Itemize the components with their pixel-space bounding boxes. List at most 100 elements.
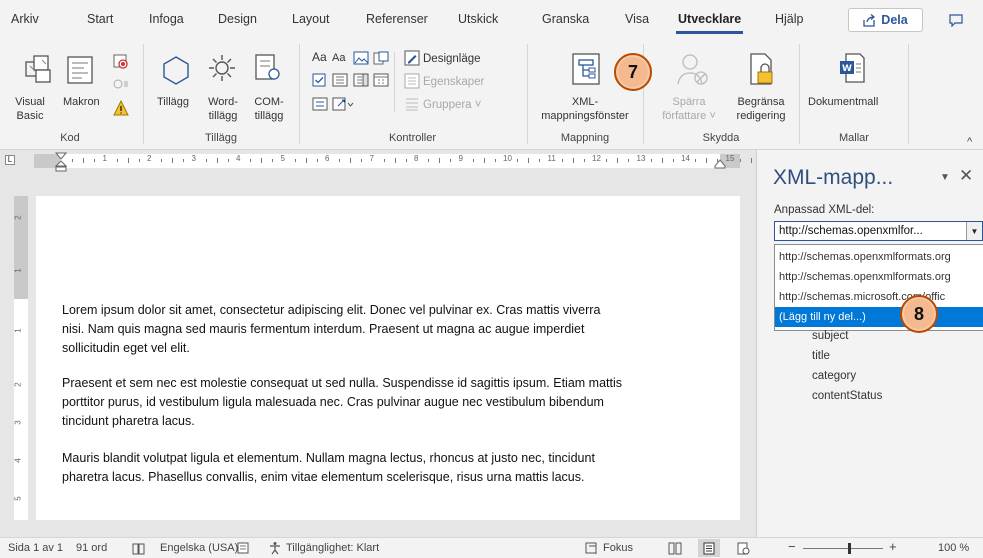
- checkbox-control-icon[interactable]: [312, 73, 326, 87]
- print-layout-icon[interactable]: [703, 542, 715, 555]
- comments-button[interactable]: [940, 8, 972, 32]
- paragraph-3[interactable]: Mauris blandit volutpat ligula et elemen…: [62, 449, 722, 487]
- pane-close-icon[interactable]: ✕: [959, 166, 973, 186]
- dropdown-control-icon[interactable]: [353, 73, 369, 87]
- zoom-level[interactable]: 100 %: [938, 542, 969, 554]
- ruler-tick: [127, 158, 129, 163]
- right-indent-marker-icon[interactable]: [714, 159, 726, 169]
- tab-granska[interactable]: Granska: [542, 12, 589, 26]
- pane-options-chevron-icon[interactable]: ▼: [940, 172, 950, 183]
- xml-node[interactable]: subject: [812, 330, 848, 342]
- macro-security-icon[interactable]: [113, 100, 129, 116]
- add-ins-icon: [163, 56, 189, 85]
- tab-referenser[interactable]: Referenser: [366, 12, 428, 26]
- zoom-in-button[interactable]: +: [889, 539, 897, 554]
- dropdown-option[interactable]: http://schemas.openxmlformats.org: [775, 267, 983, 287]
- xml-mapping-icon: [572, 53, 600, 85]
- building-block-icon[interactable]: [373, 51, 389, 65]
- zoom-slider-thumb[interactable]: [848, 543, 851, 554]
- combo-value: http://schemas.openxmlfor...: [779, 225, 923, 237]
- word-addins-gear-icon: [209, 55, 235, 81]
- macro-record-status-icon[interactable]: [237, 542, 250, 555]
- collapse-ribbon-icon[interactable]: ^: [967, 136, 972, 148]
- accessibility-status[interactable]: Tillgänglighet: Klart: [286, 542, 379, 554]
- word-addins-button[interactable]: Word-tillägg: [204, 95, 242, 123]
- ruler-tick: [161, 159, 163, 162]
- record-macro-icon[interactable]: [113, 54, 129, 70]
- rich-text-control-button[interactable]: Aa: [312, 50, 327, 64]
- read-mode-icon[interactable]: [668, 542, 682, 555]
- word-addins-label-1: Word-: [208, 96, 238, 108]
- ruler-number: 6: [325, 154, 330, 163]
- xml-node[interactable]: contentStatus: [812, 390, 882, 402]
- tab-visa[interactable]: Visa: [625, 12, 649, 26]
- xml-node[interactable]: category: [812, 370, 856, 382]
- paragraph-line: Lorem ipsum dolor sit amet, consectetur …: [62, 303, 601, 317]
- ruler-number: 11: [547, 154, 556, 163]
- add-ins-button[interactable]: Tillägg: [157, 95, 189, 109]
- group-mallar-label: Mallar: [839, 132, 869, 144]
- dropdown-option-add-new[interactable]: (Lägg till ny del...): [775, 307, 983, 327]
- ruler-tick: [216, 158, 218, 163]
- vruler-number: 1: [13, 328, 23, 333]
- design-mode-icon[interactable]: [404, 50, 420, 66]
- callout-7: 7: [614, 53, 652, 91]
- tab-utvecklare[interactable]: Utvecklare: [675, 12, 744, 34]
- group-divider: [799, 44, 800, 144]
- group-divider: [908, 44, 909, 144]
- tab-infoga[interactable]: Infoga: [149, 12, 184, 26]
- restrict-editing-button[interactable]: Begränsa redigering: [729, 95, 793, 123]
- document-template-icon: W: [840, 53, 865, 83]
- document-template-button[interactable]: Dokumentmall: [808, 95, 878, 109]
- xml-node[interactable]: title: [812, 350, 830, 362]
- group-divider: [527, 44, 528, 144]
- language[interactable]: Engelska (USA): [160, 542, 238, 554]
- custom-xml-part-select[interactable]: http://schemas.openxmlfor... ▼: [774, 221, 983, 241]
- page-count[interactable]: Sida 1 av 1: [8, 542, 63, 554]
- plain-text-control-button[interactable]: Aa: [332, 51, 345, 65]
- date-picker-icon[interactable]: [373, 73, 389, 87]
- design-mode-label[interactable]: Designläge: [423, 52, 481, 66]
- combo-box-control-icon[interactable]: [332, 73, 348, 87]
- ruler-number: 10: [503, 154, 512, 163]
- web-layout-icon[interactable]: [737, 542, 750, 555]
- paragraph-2[interactable]: Praesent et sem nec est molestie consequ…: [62, 374, 722, 431]
- dropdown-option[interactable]: http://schemas.microsoft.com/offic: [775, 287, 983, 307]
- paragraph-1[interactable]: Lorem ipsum dolor sit amet, consectetur …: [62, 301, 722, 358]
- restrict-editing-label-2: redigering: [736, 110, 786, 122]
- zoom-slider-track[interactable]: [803, 548, 883, 549]
- group-divider: [299, 44, 300, 144]
- visual-basic-button[interactable]: Visual Basic: [10, 95, 50, 123]
- combo-chevron-down-icon[interactable]: ▼: [966, 222, 982, 240]
- zoom-out-button[interactable]: −: [788, 539, 796, 554]
- focus-icon[interactable]: [585, 542, 599, 555]
- xml-part-dropdown-list: http://schemas.openxmlformats.org http:/…: [774, 244, 983, 331]
- tab-arkiv[interactable]: Arkiv: [11, 12, 39, 26]
- tab-selector-icon[interactable]: L: [5, 155, 15, 165]
- properties-label: Egenskaper: [423, 76, 485, 88]
- proofing-book-icon[interactable]: [132, 542, 145, 555]
- ruler-tick: [138, 159, 140, 162]
- visual-basic-icon: [25, 55, 51, 83]
- ruler-tick: [661, 158, 663, 163]
- accessibility-icon[interactable]: [268, 541, 282, 555]
- tab-start[interactable]: Start: [87, 12, 113, 26]
- focus-mode[interactable]: Fokus: [603, 542, 633, 554]
- tab-design[interactable]: Design: [218, 12, 257, 26]
- picture-control-icon[interactable]: [353, 51, 369, 65]
- pause-record-icon[interactable]: [113, 76, 129, 92]
- share-button[interactable]: Dela: [848, 8, 923, 32]
- legacy-tools-icon[interactable]: [332, 97, 354, 111]
- tab-utskick[interactable]: Utskick: [458, 12, 498, 26]
- tab-hjalp[interactable]: Hjälp: [775, 12, 804, 26]
- word-count[interactable]: 91 ord: [76, 542, 107, 554]
- ruler-number: 9: [458, 154, 463, 163]
- com-addins-button[interactable]: COM-tillägg: [250, 95, 288, 123]
- indent-marker-icon[interactable]: [55, 152, 67, 172]
- ribbon-tab-bar: Arkiv Start Infoga Design Layout Referen…: [0, 0, 983, 38]
- macros-button[interactable]: Makron: [63, 95, 100, 109]
- dropdown-option[interactable]: http://schemas.openxmlformats.org: [775, 247, 983, 267]
- repeating-section-icon[interactable]: [312, 97, 328, 111]
- xml-mapping-pane-button[interactable]: XML-mappningsfönster: [530, 95, 640, 123]
- tab-layout[interactable]: Layout: [292, 12, 330, 26]
